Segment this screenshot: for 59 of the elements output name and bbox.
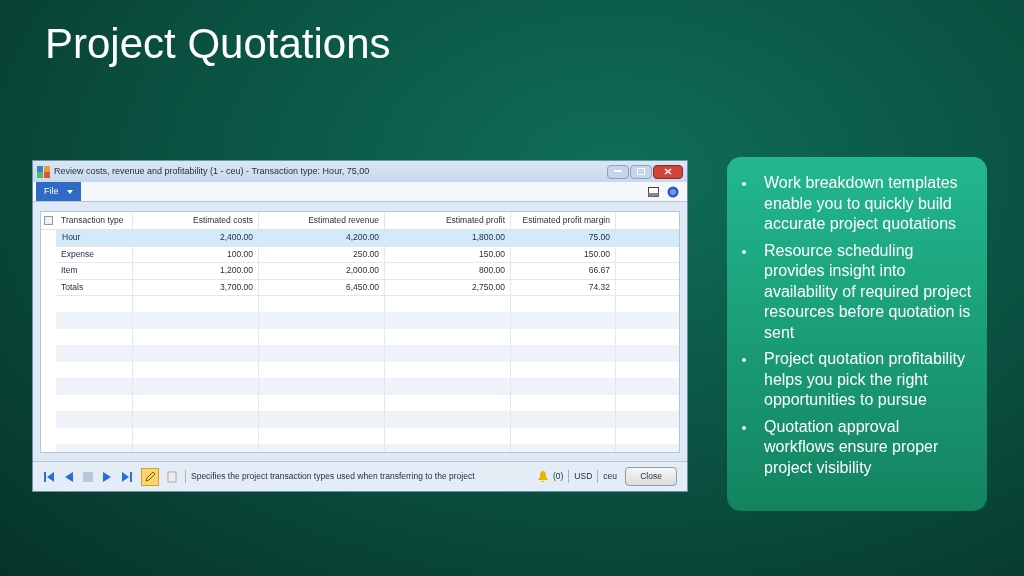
column-header[interactable]: Transaction type: [61, 214, 124, 227]
bullet-text: Resource scheduling provides insight into availability of required project resources before quotation is sent: [764, 240, 972, 343]
close-icon: [664, 168, 672, 175]
table-row[interactable]: Item 1,200.00 2,000.00 800.00 66.67: [56, 263, 679, 280]
layout-icon[interactable]: [648, 186, 659, 197]
company-label: ceu: [597, 470, 617, 483]
table-cell: 250.00: [259, 246, 385, 262]
table-cell: 6,450.00: [259, 279, 385, 295]
column-header[interactable]: Estimated profit: [445, 214, 505, 227]
select-all-checkbox[interactable]: [44, 216, 53, 225]
first-record-icon[interactable]: [43, 470, 55, 483]
currency-label: USD: [568, 470, 593, 483]
table-cell: 2,750.00: [385, 279, 511, 295]
bullet-icon: [742, 249, 746, 254]
bullet-icon: [742, 425, 746, 430]
bullet-icon: [742, 358, 746, 362]
table-cell: 66.67: [511, 263, 616, 279]
table-cell: 100.00: [133, 246, 259, 262]
help-text: Specifies the project transaction types used when transferring to the project: [185, 470, 475, 483]
next-record-icon[interactable]: [101, 470, 113, 483]
table-cell: Item: [56, 263, 133, 279]
table-cell: Hour: [56, 230, 133, 246]
table-cell: 74.32: [511, 279, 616, 295]
table-cell: 1,800.00: [385, 230, 511, 246]
edit-button[interactable]: [141, 467, 159, 486]
notification-count[interactable]: (0): [552, 470, 564, 483]
table-cell: 150.00: [511, 246, 616, 262]
table-cell: Expense: [56, 246, 133, 262]
minimize-button[interactable]: [607, 164, 629, 179]
maximize-button[interactable]: [630, 164, 652, 179]
column-header[interactable]: Estimated profit margin: [522, 214, 610, 227]
column-header[interactable]: Estimated costs: [193, 214, 253, 227]
pencil-icon: [144, 471, 156, 482]
table-row[interactable]: Hour 2,400.00 4,200.00 1,800.00 75.00: [56, 230, 679, 247]
column-header[interactable]: Estimated revenue: [308, 214, 379, 227]
table-cell: 2,400.00: [133, 230, 259, 246]
table-cell: 3,700.00: [133, 279, 259, 295]
table-cell: 150.00: [385, 246, 511, 262]
previous-record-icon[interactable]: [63, 470, 75, 483]
table-cell: 4,200.00: [259, 230, 385, 246]
table-cell: 1,200.00: [133, 263, 259, 279]
table-cell: 2,000.00: [259, 263, 385, 279]
bullet-text: Quotation approval workflows ensure proper project visibility: [764, 416, 940, 478]
file-menu[interactable]: File: [36, 182, 81, 201]
table-cell: 75.00: [511, 230, 616, 246]
close-window-button[interactable]: [653, 164, 683, 179]
close-button[interactable]: Close: [625, 467, 677, 486]
maximize-icon: [637, 168, 645, 175]
caret-icon: [66, 189, 73, 194]
table-cell: 800.00: [385, 263, 511, 279]
table-cell: Totals: [56, 279, 133, 295]
minimize-icon: [614, 170, 622, 173]
bullet-icon: [742, 182, 746, 186]
window-title: Review costs, revenue and profitability (1 - ceu) - Transaction type: Hour, 75,00: [54, 164, 370, 178]
app-icon: [37, 165, 50, 178]
last-record-icon[interactable]: [121, 470, 133, 483]
slide-title: Project Quotations: [45, 19, 391, 69]
bullet-text: Project quotation profitability helps you pick the right opportunities to pursue: [764, 349, 966, 410]
bullet-text: Work breakdown templates enable you to quickly build accurate project quotations: [764, 173, 959, 234]
